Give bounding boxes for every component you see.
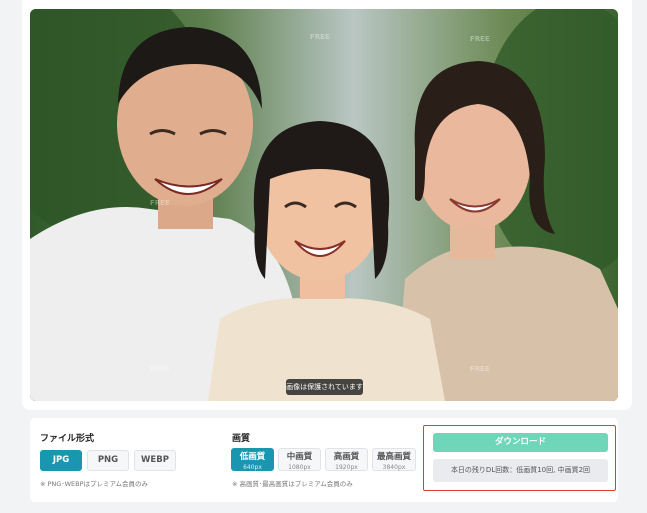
- quality-highest-button[interactable]: 最高画質 3840px: [372, 448, 416, 471]
- quality-note: ※ 高画質･最高画質はプレミアム会員のみ: [232, 480, 353, 488]
- format-note: ※ PNG･WEBPはプレミアム会員のみ: [40, 480, 149, 488]
- format-jpg-button[interactable]: JPG: [40, 450, 82, 471]
- protected-notice: 画像は保護されています: [286, 379, 363, 395]
- family-photo-illustration: [30, 9, 618, 401]
- watermark: FREE: [470, 365, 490, 373]
- family-photo: FREE FREE FREE FREE FREE: [30, 9, 618, 401]
- quality-medium-label: 中画質: [286, 452, 313, 462]
- watermark: FREE: [470, 35, 490, 43]
- watermark: FREE: [150, 365, 170, 373]
- quality-highest-size: 3840px: [382, 464, 406, 471]
- quality-high-size: 1920px: [335, 464, 358, 471]
- watermark: FREE: [150, 199, 170, 207]
- quality-title: 画質: [232, 434, 251, 444]
- quality-low-button[interactable]: 低画質 640px: [231, 448, 274, 471]
- quality-highest-label: 最高画質: [376, 452, 411, 462]
- quality-low-label: 低画質: [239, 452, 266, 462]
- format-title: ファイル形式: [40, 434, 95, 444]
- remaining-downloads: 本日の残りDL回数：低画質10回, 中画質2回: [433, 459, 608, 482]
- watermark: FREE: [310, 33, 330, 41]
- quality-high-label: 高画質: [333, 452, 360, 462]
- format-webp-button[interactable]: WEBP: [134, 450, 176, 471]
- quality-medium-button[interactable]: 中画質 1080px: [278, 448, 321, 471]
- format-png-button[interactable]: PNG: [87, 450, 129, 471]
- quality-medium-size: 1080px: [288, 464, 311, 471]
- quality-low-size: 640px: [243, 464, 262, 471]
- quality-high-button[interactable]: 高画質 1920px: [325, 448, 368, 471]
- download-button[interactable]: ダウンロード: [433, 433, 608, 452]
